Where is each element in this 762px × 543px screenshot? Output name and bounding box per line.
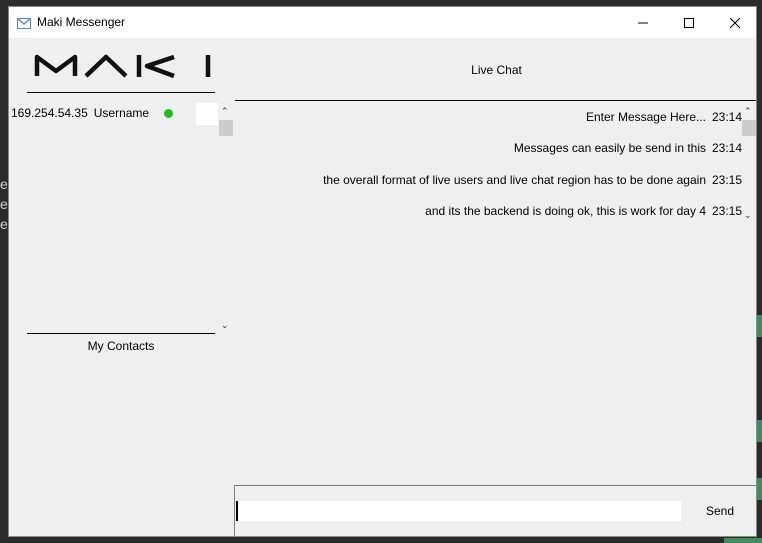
message-composer: Send <box>234 485 756 536</box>
close-button[interactable] <box>712 7 756 38</box>
message-time: 23:14 <box>712 141 743 155</box>
my-contacts-label: My Contacts <box>87 339 155 353</box>
contacts-list: 169.254.54.35 Username <box>9 103 235 337</box>
chat-message: Enter Message Here... 23:14 <box>585 110 743 124</box>
background-badge <box>757 315 762 337</box>
message-time: 23:15 <box>712 204 743 218</box>
chat-message: and its the backend is doing ok, this is… <box>425 204 743 218</box>
contact-username: Username <box>93 106 150 120</box>
chat-message: the overall format of live users and liv… <box>323 173 743 187</box>
message-text: the overall format of live users and liv… <box>323 173 706 187</box>
online-status-icon <box>164 109 173 118</box>
scroll-thumb[interactable] <box>742 120 756 136</box>
message-time: 23:14 <box>712 110 743 124</box>
maximize-button[interactable] <box>666 7 712 38</box>
contacts-divider <box>27 333 215 334</box>
maki-logo <box>34 53 212 84</box>
background-badge <box>724 538 762 543</box>
chat-messages: Enter Message Here... 23:14 Messages can… <box>235 103 743 243</box>
scroll-up-icon[interactable]: ⌃ <box>744 107 752 116</box>
gmail-envelope-icon <box>17 16 31 34</box>
logo-divider <box>27 92 215 93</box>
title-bar[interactable]: Maki Messenger <box>9 7 756 38</box>
minimize-icon <box>638 22 648 23</box>
scroll-down-icon[interactable]: ⌄ <box>221 321 229 330</box>
message-input[interactable] <box>236 501 681 521</box>
chat-divider <box>235 100 756 101</box>
contact-ip: 169.254.54.35 <box>11 106 88 120</box>
background-text: e <box>0 216 8 232</box>
app-window: Maki Messenger 169.254.54.35 Username ⌃ … <box>8 6 757 537</box>
background-badge <box>757 420 762 442</box>
minimize-button[interactable] <box>620 7 666 38</box>
contacts-scrollbar[interactable]: ⌃ ⌄ <box>219 103 233 333</box>
message-text: Enter Message Here... <box>585 110 706 124</box>
chat-scrollbar[interactable]: ⌃ ⌄ <box>742 103 756 227</box>
close-icon <box>730 17 740 28</box>
window-title: Maki Messenger <box>37 15 126 29</box>
live-chat-label: Live Chat <box>471 63 522 77</box>
scroll-thumb[interactable] <box>219 120 233 136</box>
background-badge <box>757 478 762 500</box>
scroll-down-icon[interactable]: ⌄ <box>744 211 752 220</box>
chat-message: Messages can easily be send in this 23:1… <box>513 141 743 155</box>
message-text: and its the backend is doing ok, this is… <box>425 204 706 218</box>
scroll-up-icon[interactable]: ⌃ <box>221 107 229 116</box>
background-text: e <box>0 176 8 192</box>
maximize-icon <box>684 17 694 28</box>
background-text: e <box>0 196 8 212</box>
message-text: Messages can easily be send in this <box>513 141 706 155</box>
message-time: 23:15 <box>712 173 743 187</box>
send-button[interactable]: Send <box>687 500 753 522</box>
contact-action-box[interactable] <box>196 103 218 125</box>
